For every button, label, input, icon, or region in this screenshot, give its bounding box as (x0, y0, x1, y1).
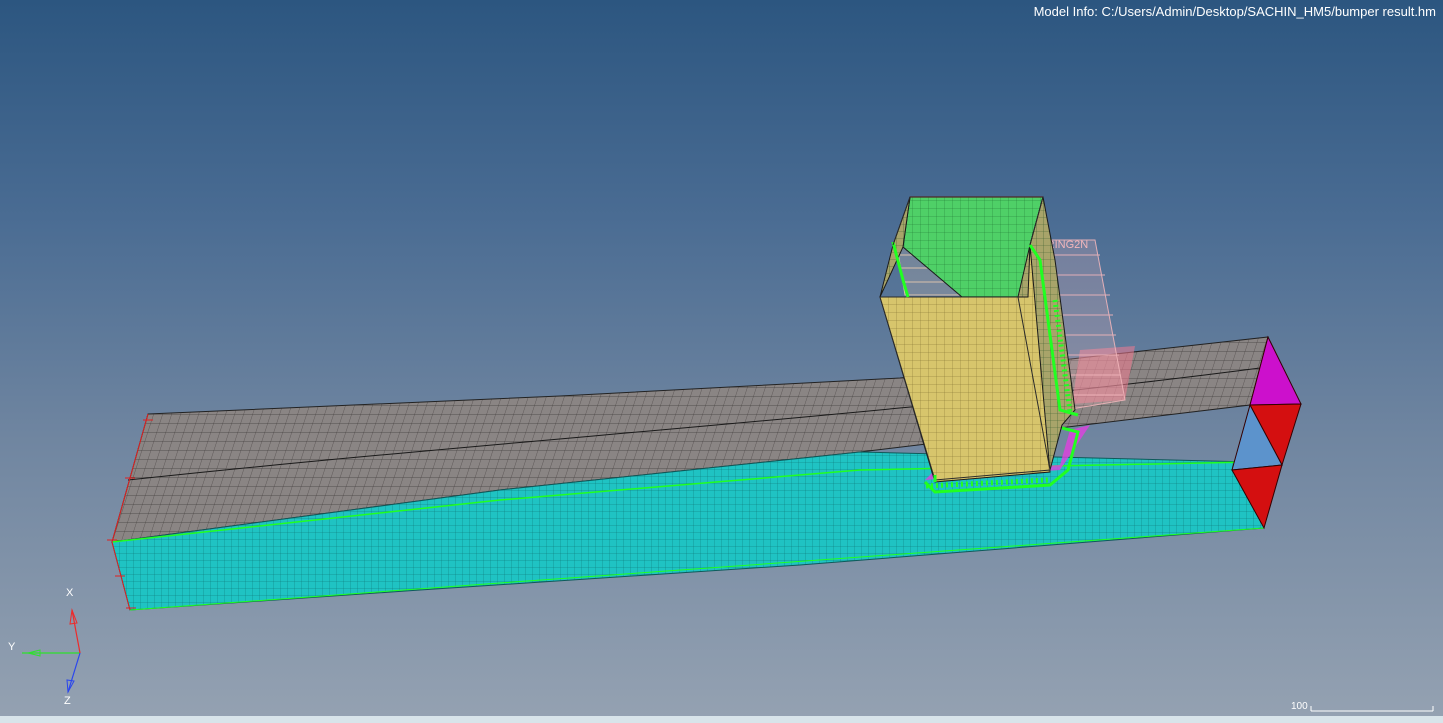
graphics-viewport[interactable]: SPRING2N SPRING2N (0, 0, 1443, 723)
model-scene[interactable]: SPRING2N SPRING2N (0, 0, 1443, 723)
axis-label-z: Z (64, 695, 71, 707)
axis-label-y: Y (8, 641, 16, 653)
model-info-text: Model Info: C:/Users/Admin/Desktop/SACHI… (1033, 4, 1436, 19)
axis-triad-icon: X Y Z (0, 580, 100, 715)
bottom-panel-edge (0, 716, 1443, 723)
scale-bar-icon: 100 (1289, 700, 1439, 714)
axis-label-x: X (66, 587, 74, 599)
